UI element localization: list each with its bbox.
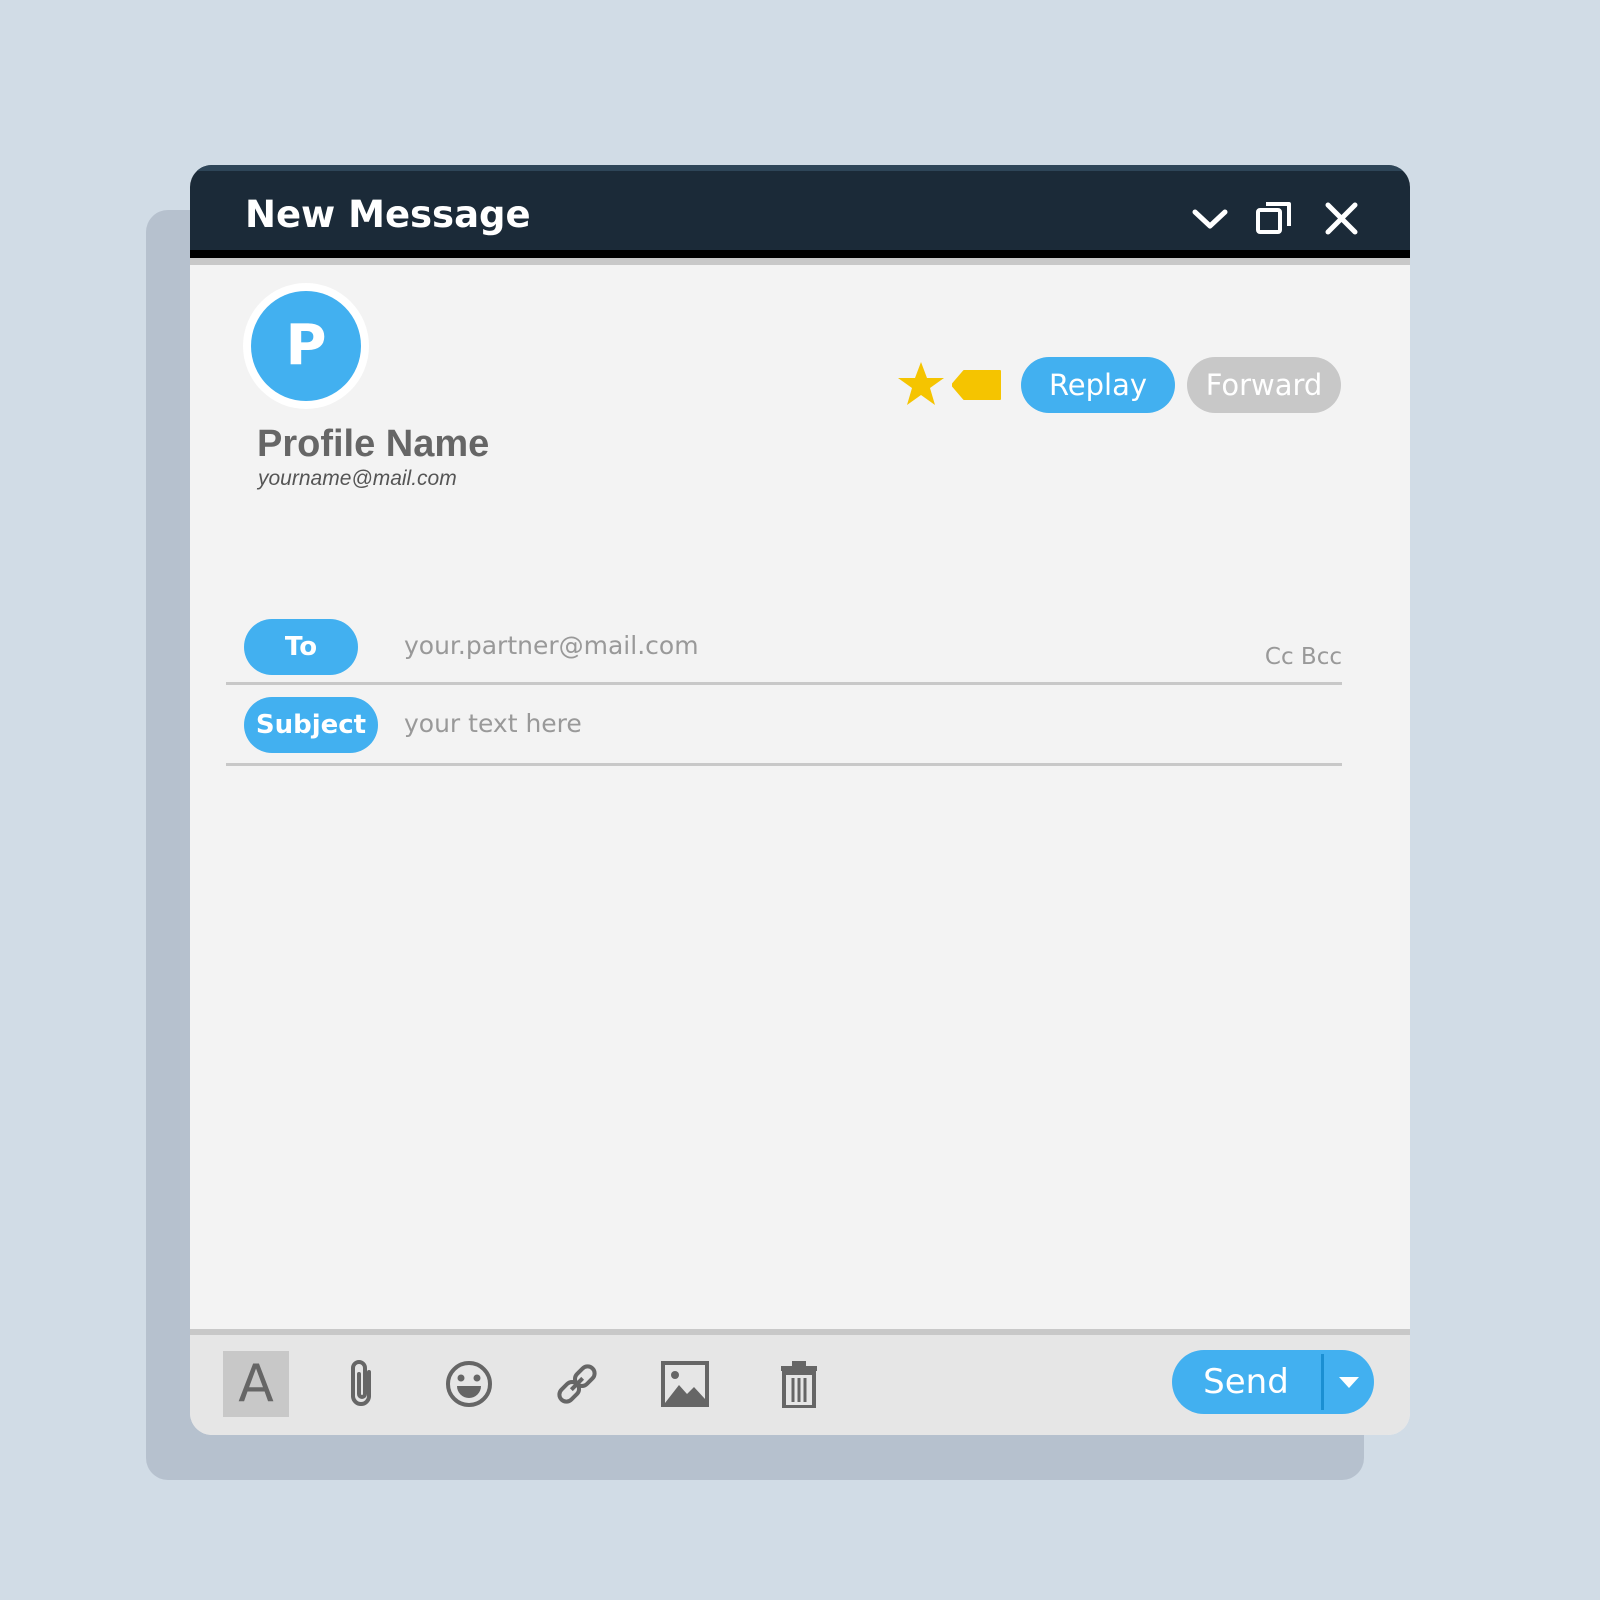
profile-email: yourname@mail.com <box>258 467 457 490</box>
replay-button[interactable]: Replay <box>1021 357 1175 413</box>
star-icon[interactable] <box>897 361 945 407</box>
tag-icon[interactable] <box>951 369 1002 401</box>
cc-bcc-link[interactable]: Cc Bcc <box>1250 644 1342 670</box>
paperclip-icon[interactable] <box>329 1351 395 1417</box>
avatar-letter: P <box>251 291 361 401</box>
subject-label-button[interactable]: Subject <box>244 697 378 753</box>
bottom-toolbar: A Send <box>190 1335 1410 1435</box>
emoji-icon[interactable] <box>436 1351 502 1417</box>
text-format-icon[interactable]: A <box>223 1351 289 1417</box>
profile-name: Profile Name <box>257 423 490 465</box>
to-input[interactable] <box>404 625 1204 665</box>
compose-window: New Message P Profile Name yourname@mail… <box>190 165 1410 1435</box>
message-body[interactable] <box>226 775 1380 1319</box>
to-divider <box>226 682 1342 685</box>
avatar[interactable]: P <box>243 283 369 409</box>
forward-button[interactable]: Forward <box>1187 357 1341 413</box>
close-icon[interactable] <box>1322 199 1362 239</box>
title-bar-border <box>190 250 1410 258</box>
caret-down-icon[interactable] <box>1324 1350 1374 1414</box>
image-icon[interactable] <box>652 1351 718 1417</box>
subject-input[interactable] <box>404 703 1304 743</box>
subject-divider <box>226 763 1342 766</box>
chevron-down-icon[interactable] <box>1190 199 1230 239</box>
send-button-group: Send <box>1172 1350 1374 1414</box>
to-label-button[interactable]: To <box>244 619 358 675</box>
title-bar-divider <box>190 258 1410 265</box>
title-bar: New Message <box>190 165 1410 250</box>
link-icon[interactable] <box>544 1351 610 1417</box>
window-title: New Message <box>245 193 531 236</box>
send-button[interactable]: Send <box>1172 1350 1320 1414</box>
restore-window-icon[interactable] <box>1254 199 1294 239</box>
trash-icon[interactable] <box>766 1351 832 1417</box>
